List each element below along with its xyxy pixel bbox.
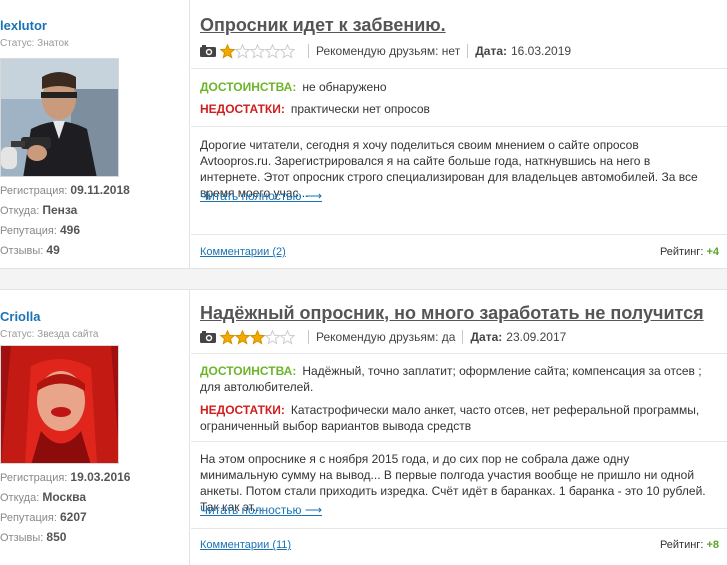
from-value: Пенза — [42, 203, 78, 217]
author-stats: Регистрация: 09.11.2018 Откуда: Пенза Ре… — [0, 181, 130, 261]
pros-text: не обнаружено — [302, 80, 387, 94]
camera-icon — [200, 45, 216, 57]
pros-label: ДОСТОИНСТВА: — [200, 364, 297, 378]
rep-value: 6207 — [59, 510, 87, 524]
star-empty-icon — [280, 43, 295, 59]
date-label: Дата: — [475, 44, 507, 58]
date-value: 23.09.2017 — [506, 330, 567, 344]
rating-label: Рейтинг: — [659, 539, 704, 551]
author-panel: Criolla Статус: Звезда сайта Регистрация… — [0, 290, 190, 565]
reg-value: 19.03.2016 — [70, 470, 131, 484]
reviews-count-label: Отзывы: — [0, 245, 44, 257]
author-username[interactable]: Criolla — [0, 309, 40, 324]
date-value: 16.03.2019 — [511, 44, 572, 58]
divider — [467, 44, 469, 58]
author-username[interactable]: lexlutor — [0, 18, 47, 33]
star-filled-icon — [235, 329, 250, 345]
author-stats: Регистрация: 19.03.2016 Откуда: Москва Р… — [0, 468, 130, 548]
divider — [191, 234, 727, 235]
divider — [308, 44, 309, 58]
review-card: lexlutor Статус: Знаток Регистрация: 09.… — [0, 0, 727, 269]
star-empty-icon — [235, 43, 250, 59]
avatar-image — [1, 346, 118, 463]
rating-value: +4 — [706, 246, 719, 258]
star-empty-icon — [265, 43, 280, 59]
cons-block: НЕДОСТАТКИ: практически нет опросов — [200, 101, 720, 117]
review-content: Надёжный опросник, но много заработать н… — [191, 290, 727, 565]
review-content: Опросник идет к забвению. Рекомендую дру… — [191, 0, 727, 268]
review-title[interactable]: Опросник идет к забвению. — [200, 15, 446, 36]
star-filled-icon — [250, 329, 265, 345]
rep-label: Репутация: — [0, 225, 57, 237]
review-rating: Рейтинг: +8 — [660, 539, 719, 551]
author-status: Статус: Знаток — [0, 38, 69, 49]
star-rating — [220, 43, 295, 59]
review-meta: Рекомендую друзьям: нет Дата: 16.03.2019 — [200, 42, 571, 60]
recommend-text: Рекомендую друзьям: да — [316, 330, 456, 344]
from-label: Откуда: — [0, 205, 40, 217]
avatar[interactable] — [0, 345, 119, 464]
read-more-link[interactable]: Читать полностью ⟶ — [200, 503, 322, 517]
pros-label: ДОСТОИНСТВА: — [200, 80, 297, 94]
pros-block: ДОСТОИНСТВА: не обнаружено — [200, 79, 720, 95]
star-empty-icon — [250, 43, 265, 59]
divider — [308, 330, 309, 344]
from-label: Откуда: — [0, 492, 40, 504]
rating-value: +8 — [706, 539, 719, 551]
reviews-count-value: 850 — [46, 530, 67, 544]
avatar-image — [1, 59, 118, 176]
cons-label: НЕДОСТАТКИ: — [200, 403, 285, 417]
cons-label: НЕДОСТАТКИ: — [200, 102, 285, 116]
star-rating — [220, 329, 295, 345]
pros-block: ДОСТОИНСТВА: Надёжный, точно заплатит; оф… — [200, 363, 720, 395]
divider — [462, 330, 464, 344]
review-card: Criolla Статус: Звезда сайта Регистрация… — [0, 289, 727, 565]
reg-label: Регистрация: — [0, 472, 68, 484]
divider — [191, 528, 727, 529]
star-filled-icon — [220, 43, 235, 59]
rep-value: 496 — [59, 223, 81, 237]
separator-gap — [0, 269, 727, 289]
date-label: Дата: — [470, 330, 503, 344]
from-value: Москва — [42, 490, 87, 504]
review-rating: Рейтинг: +4 — [660, 246, 719, 258]
reg-value: 09.11.2018 — [70, 183, 130, 197]
author-status: Статус: Звезда сайта — [0, 329, 99, 340]
author-panel: lexlutor Статус: Знаток Регистрация: 09.… — [0, 0, 190, 268]
avatar[interactable] — [0, 58, 119, 177]
recommend-text: Рекомендую друзьям: нет — [316, 44, 461, 58]
read-more-link[interactable]: Читать полностью ⟶ — [200, 189, 322, 203]
divider — [191, 126, 727, 127]
comments-link[interactable]: Комментарии (11) — [200, 539, 291, 551]
reg-label: Регистрация: — [0, 185, 68, 197]
reviews-count-value: 49 — [46, 243, 60, 257]
divider — [191, 68, 727, 69]
cons-text: практически нет опросов — [290, 102, 430, 116]
divider — [191, 353, 727, 354]
camera-icon — [200, 331, 216, 343]
star-empty-icon — [265, 329, 280, 345]
reviews-count-label: Отзывы: — [0, 532, 44, 544]
divider — [191, 441, 727, 442]
rating-label: Рейтинг: — [659, 246, 704, 258]
star-empty-icon — [280, 329, 295, 345]
rep-label: Репутация: — [0, 512, 57, 524]
cons-block: НЕДОСТАТКИ: Катастрофически мало анкет, ч… — [200, 402, 720, 434]
review-title[interactable]: Надёжный опросник, но много заработать н… — [200, 303, 704, 324]
comments-link[interactable]: Комментарии (2) — [200, 246, 286, 258]
star-filled-icon — [220, 329, 235, 345]
review-meta: Рекомендую друзьям: да Дата: 23.09.2017 — [200, 328, 566, 346]
